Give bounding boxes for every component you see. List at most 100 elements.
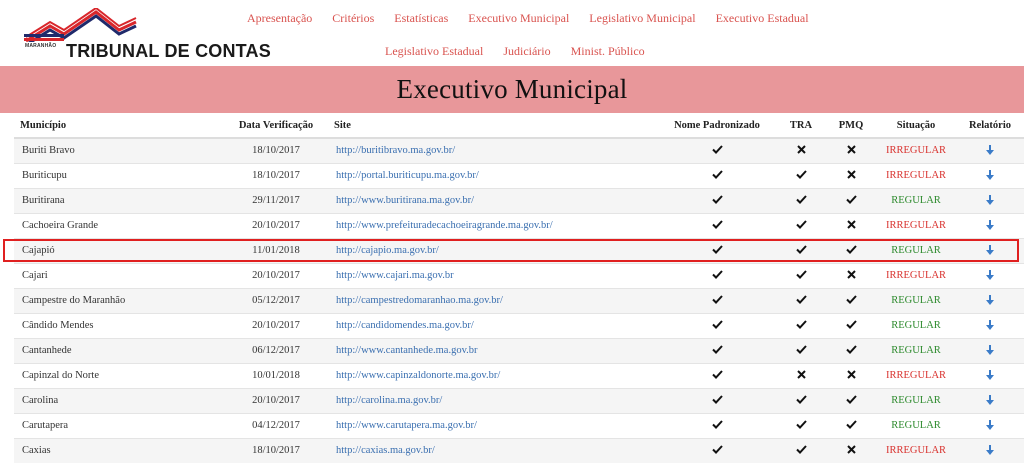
site-link[interactable]: http://www.cajari.ma.gov.br (336, 270, 454, 281)
nav-link-criterios[interactable]: Critérios (332, 11, 374, 26)
cell-data-verificacao: 06/12/2017 (224, 337, 328, 363)
cross-icon (846, 219, 856, 232)
check-icon (711, 319, 723, 332)
cell-data-verificacao: 20/10/2017 (224, 312, 328, 338)
table-row: Carolina 20/10/2017 http://carolina.ma.gov… (14, 387, 1024, 413)
cell-data-verificacao: 11/01/2018 (224, 237, 328, 263)
cell-pmq (826, 187, 876, 213)
site-link[interactable]: http://www.capinzaldonorte.ma.gov.br/ (336, 370, 500, 381)
nav-link-legislativo-estadual[interactable]: Legislativo Estadual (385, 44, 483, 59)
table-row: Cachoeira Grande 20/10/2017 http://www.pre… (14, 212, 1024, 238)
cross-icon (846, 145, 856, 157)
cell-situacao: REGULAR (876, 187, 956, 213)
check-icon (795, 169, 807, 182)
site-link[interactable]: http://www.carutapera.ma.gov.br/ (336, 420, 477, 431)
cell-site: http://candidomendes.ma.gov.br/ (328, 312, 658, 338)
nav-link-executivo-estadual[interactable]: Executivo Estadual (716, 11, 809, 26)
nav-link-estatisticas[interactable]: Estatísticas (394, 11, 448, 26)
tribunal-logo[interactable]: MARANHÃO TRIBUNAL DE CONTAS (24, 8, 271, 61)
cell-situacao: REGULAR (876, 237, 956, 263)
cross-icon (796, 145, 806, 157)
cell-site: http://buritibravo.ma.gov.br/ (328, 137, 658, 163)
download-arrow-icon[interactable] (986, 395, 994, 406)
page-title: Executivo Municipal (396, 74, 628, 104)
cell-tra (776, 137, 826, 163)
logo-state-text: MARANHÃO (25, 43, 57, 49)
site-link[interactable]: http://www.buritirana.ma.gov.br/ (336, 195, 474, 206)
header-relatorio: Relatório (956, 114, 1024, 139)
site-link[interactable]: http://cajapio.ma.gov.br/ (336, 245, 439, 256)
site-link[interactable]: http://buritibravo.ma.gov.br/ (336, 145, 455, 156)
results-table-container: Município Data Verificação Site Nome Pad… (14, 114, 1024, 463)
site-link[interactable]: http://www.prefeituradecachoeiragrande.m… (336, 220, 553, 231)
site-link[interactable]: http://carolina.ma.gov.br/ (336, 395, 442, 406)
check-icon (795, 419, 807, 432)
cell-municipio: Caxias (14, 437, 224, 463)
cell-tra (776, 337, 826, 363)
site-link[interactable]: http://portal.buriticupu.ma.gov.br/ (336, 170, 479, 181)
check-icon (795, 344, 807, 357)
cell-relatorio (956, 212, 1024, 238)
download-arrow-icon[interactable] (986, 320, 994, 331)
cell-site: http://www.capinzaldonorte.ma.gov.br/ (328, 362, 658, 388)
download-arrow-icon[interactable] (986, 345, 994, 356)
cell-relatorio (956, 162, 1024, 188)
page-banner: Executivo Municipal (0, 66, 1024, 113)
download-arrow-icon[interactable] (986, 420, 994, 431)
header-municipio: Município (14, 114, 224, 139)
cell-situacao: IRREGULAR (876, 162, 956, 188)
cell-situacao: REGULAR (876, 412, 956, 438)
check-icon (845, 319, 857, 332)
site-link[interactable]: http://campestredomaranhao.ma.gov.br/ (336, 295, 503, 306)
cell-relatorio (956, 387, 1024, 413)
cell-relatorio (956, 237, 1024, 263)
nav-link-judiciario[interactable]: Judiciário (503, 44, 550, 59)
cell-nome-padronizado (658, 162, 776, 188)
check-icon (795, 294, 807, 307)
table-row: Cajapió 11/01/2018 http://cajapio.ma.gov.b… (14, 237, 1024, 263)
check-icon (795, 394, 807, 407)
site-link[interactable]: http://candidomendes.ma.gov.br/ (336, 320, 474, 331)
cell-tra (776, 362, 826, 388)
nav-link-minist-publico[interactable]: Minist. Público (571, 44, 645, 59)
cell-tra (776, 412, 826, 438)
cell-pmq (826, 212, 876, 238)
cell-site: http://www.buritirana.ma.gov.br/ (328, 187, 658, 213)
cell-data-verificacao: 20/10/2017 (224, 387, 328, 413)
download-arrow-icon[interactable] (986, 295, 994, 306)
cell-nome-padronizado (658, 262, 776, 288)
logo-stripes-icon (24, 8, 137, 42)
check-icon (711, 244, 723, 257)
download-arrow-icon[interactable] (986, 370, 994, 381)
header-pmq: PMQ (826, 114, 876, 139)
download-arrow-icon[interactable] (986, 445, 994, 456)
cell-relatorio (956, 362, 1024, 388)
nav-link-executivo-municipal[interactable]: Executivo Municipal (468, 11, 569, 26)
cell-nome-padronizado (658, 412, 776, 438)
cell-municipio: Campestre do Maranhão (14, 287, 224, 313)
cell-situacao: IRREGULAR (876, 437, 956, 463)
site-link[interactable]: http://www.cantanhede.ma.gov.br (336, 345, 478, 356)
check-icon (711, 294, 723, 307)
download-arrow-icon[interactable] (986, 245, 994, 256)
cell-pmq (826, 137, 876, 163)
check-icon (711, 445, 723, 457)
cell-site: http://carolina.ma.gov.br/ (328, 387, 658, 413)
table-row: Cantanhede 06/12/2017 http://www.cantanhed… (14, 337, 1024, 363)
cell-data-verificacao: 18/10/2017 (224, 437, 328, 463)
cell-municipio: Buritirana (14, 187, 224, 213)
site-link[interactable]: http://caxias.ma.gov.br/ (336, 445, 435, 456)
download-arrow-icon[interactable] (986, 270, 994, 281)
download-arrow-icon[interactable] (986, 195, 994, 206)
cell-nome-padronizado (658, 312, 776, 338)
nav-link-apresentacao[interactable]: Apresentação (247, 11, 312, 26)
check-icon (795, 194, 807, 207)
download-arrow-icon[interactable] (986, 145, 994, 156)
download-arrow-icon[interactable] (986, 170, 994, 181)
download-arrow-icon[interactable] (986, 220, 994, 231)
nav-link-legislativo-municipal[interactable]: Legislativo Municipal (589, 11, 695, 26)
header-nome-padronizado: Nome Padronizado (658, 114, 776, 139)
cell-nome-padronizado (658, 287, 776, 313)
table-row: Campestre do Maranhão 05/12/2017 http://ca… (14, 287, 1024, 313)
cell-data-verificacao: 20/10/2017 (224, 212, 328, 238)
